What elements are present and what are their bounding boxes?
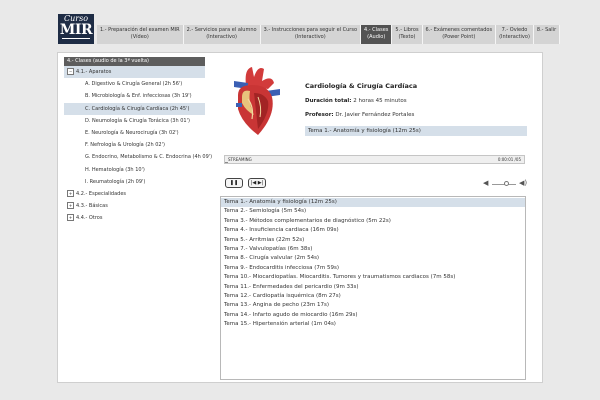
tree-group-label: 4.2.- Especialidades — [76, 190, 127, 197]
topic-item[interactable]: Tema 1.- Anatomía y fisiología (12m 25s) — [221, 198, 525, 208]
topic-item[interactable]: Tema 12.- Cardiopatía isquémica (8m 27s) — [221, 292, 525, 301]
tree-item-digestivo[interactable]: A. Digestivo & Cirugía General (2h 56') — [64, 78, 205, 90]
nav-tab-examenes[interactable]: 6.- Exámenes comentados (Power Point) — [422, 25, 497, 44]
course-title: Cardiología & Cirugía Cardíaca — [305, 82, 418, 90]
tree-group-basicas[interactable]: +4.3.- Básicas — [64, 200, 205, 212]
pause-button[interactable]: ❚❚ — [225, 178, 243, 188]
nav-tab-label: 5.- Libros — [395, 27, 419, 33]
audio-player: STREAMING 0:00:01 /05 ❚❚ |◀ ▶| ◀ ◀) — [222, 153, 527, 193]
topic-item[interactable]: Tema 4.- Insuficiencia cardiaca (16m 09s… — [221, 226, 525, 235]
tree-group-label: 4.3.- Básicas — [76, 203, 108, 210]
topic-item[interactable]: Tema 8.- Cirugía valvular (2m 54s) — [221, 254, 525, 263]
nav-tab-label: 6.- Exámenes comentados — [425, 27, 493, 33]
seek-bar[interactable]: STREAMING 0:00:01 /05 — [224, 155, 525, 164]
tree-item-hematologia[interactable]: H. Hematología (3h 10') — [64, 164, 205, 176]
tree-group-label: 4.1.- Aparatos — [76, 69, 112, 75]
tree-item-nefrologia[interactable]: F. Nefrología & Urología (2h 02') — [64, 139, 205, 151]
expand-icon[interactable]: + — [67, 214, 74, 222]
course-logo: Curso MIR — [58, 14, 94, 44]
course-professor: Profesor: Dr. Javier Fernández Portales — [305, 112, 527, 118]
professor-value: Dr. Javier Fernández Portales — [335, 112, 415, 118]
logo-underline — [62, 38, 90, 42]
duration-value: 2 horas 45 minutos — [353, 98, 407, 104]
nav-tab-sublabel: (Texto) — [398, 33, 416, 40]
tree-group-aparatos[interactable]: −4.1.- Aparatos — [64, 66, 205, 79]
nav-tab-salir[interactable]: 8.- Salir — [533, 25, 561, 44]
nav-tab-clases[interactable]: 4.- Clases (Audio) — [361, 25, 393, 44]
volume-mute-icon[interactable]: ◀ — [483, 180, 488, 187]
tree-item-cardiologia[interactable]: C. Cardiología & Cirugía Cardíaca (2h 45… — [64, 102, 205, 115]
tree-item-neumologia[interactable]: D. Neumología & Cirugía Torácica (3h 01'… — [64, 115, 205, 127]
topic-item[interactable]: Tema 10.- Miocardiopatías. Miocarditis. … — [221, 273, 525, 282]
nav-tab-sublabel: (Interactivo) — [294, 33, 326, 40]
heart-illustration — [234, 67, 280, 135]
volume-knob[interactable] — [504, 181, 510, 186]
topic-item[interactable]: Tema 5.- Arritmias (22m 52s) — [221, 236, 525, 245]
nav-tab-libros[interactable]: 5.- Libros (Texto) — [392, 25, 423, 44]
current-topic: Tema 1.- Anatomía y fisiología (12m 25s) — [305, 126, 527, 136]
nav-tab-sublabel: (Audio) — [367, 33, 386, 40]
nav-tab-label: 1.- Preparación del examen MIR — [100, 27, 180, 33]
topic-item[interactable]: Tema 14.- Infarto agudo de miocardio (16… — [221, 311, 525, 320]
volume-max-icon[interactable]: ◀) — [519, 180, 527, 187]
skip-icon: |◀ ▶| — [250, 180, 264, 186]
collapse-icon[interactable]: − — [67, 68, 74, 75]
nav-tab-servicios[interactable]: 2.- Servicios para el alumno (Interactivo… — [183, 25, 261, 44]
logo-text-main: MIR — [59, 22, 93, 38]
topic-item[interactable]: Tema 2.- Semiología (5m 54s) — [221, 207, 525, 216]
topic-item[interactable]: Tema 15.- Hipertensión arterial (1m 04s) — [221, 320, 525, 329]
topic-item[interactable]: Tema 9.- Endocarditis infecciosa (7m 59s… — [221, 264, 525, 273]
tree-group-otros[interactable]: +4.4.- Otros — [64, 212, 205, 224]
nav-tab-label: 2.- Servicios para el alumno — [186, 27, 257, 33]
nav-tab-sublabel: (Vídeo) — [130, 33, 149, 40]
expand-icon[interactable]: + — [67, 189, 74, 197]
pause-icon: ❚❚ — [229, 180, 239, 186]
seek-progress — [225, 162, 228, 163]
nav-tab-sublabel: (Interactivo) — [499, 33, 530, 40]
nav-tab-sublabel: (Power Point) — [442, 33, 476, 40]
tree-item-endocrino[interactable]: G. Endocrino, Metabolismo & C. Endocrina… — [64, 151, 212, 163]
nav-tab-sublabel: (Interactivo) — [206, 33, 238, 40]
sidebar: 4.- Clases (audio de la 3ª vuelta) −4.1.… — [64, 57, 212, 224]
course-duration: Duración total: 2 horas 45 minutos — [305, 98, 527, 104]
tree-item-microbiologia[interactable]: B. Microbiología & Enf. infecciosas (3h … — [64, 90, 205, 102]
nav-tab-preparacion[interactable]: 1.- Preparación del examen MIR (Vídeo) — [97, 25, 184, 44]
nav-tab-label: 3.- Instrucciones para seguir el Curso — [263, 27, 358, 33]
nav-tab-instrucciones[interactable]: 3.- Instrucciones para seguir el Curso (I… — [260, 25, 362, 44]
topic-list[interactable]: Tema 1.- Anatomía y fisiología (12m 25s)… — [220, 196, 526, 380]
topic-item[interactable]: Tema 13.- Angina de pecho (23m 17s) — [221, 301, 525, 310]
course-info: Cardiología & Cirugía Cardíaca Duración … — [305, 82, 527, 136]
topic-item[interactable]: Tema 3.- Métodos complementarios de diag… — [221, 217, 525, 226]
duration-label: Duración total: — [305, 98, 352, 104]
topic-item[interactable]: Tema 7.- Valvulopatías (6m 38s) — [221, 245, 525, 254]
professor-label: Profesor: — [305, 112, 334, 118]
tree-group-especialidades[interactable]: +4.2.- Especialidades — [64, 188, 205, 200]
sidebar-header: 4.- Clases (audio de la 3ª vuelta) — [64, 57, 205, 66]
nav-tab-label: 7.- Oviedo — [501, 27, 528, 33]
topic-item[interactable]: Tema 11.- Enfermedades del pericardio (9… — [221, 283, 525, 292]
main-nav: 1.- Preparación del examen MIR (Vídeo) 2.… — [97, 25, 561, 44]
tree-item-reumatologia[interactable]: I. Reumatología (2h 09') — [64, 176, 205, 188]
stream-status: STREAMING — [228, 157, 252, 162]
time-readout: 0:00:01 /05 — [497, 157, 521, 162]
nav-tab-oviedo[interactable]: 7.- Oviedo (Interactivo) — [496, 25, 534, 44]
tree-group-label: 4.4.- Otros — [76, 215, 103, 222]
nav-tab-label: 4.- Clases — [364, 27, 389, 33]
tree-item-neurologia[interactable]: E. Neurología & Neurocirugía (3h 02') — [64, 127, 205, 139]
expand-icon[interactable]: + — [67, 202, 74, 210]
nav-tab-label: 8.- Salir — [536, 27, 557, 33]
skip-button[interactable]: |◀ ▶| — [248, 178, 266, 188]
